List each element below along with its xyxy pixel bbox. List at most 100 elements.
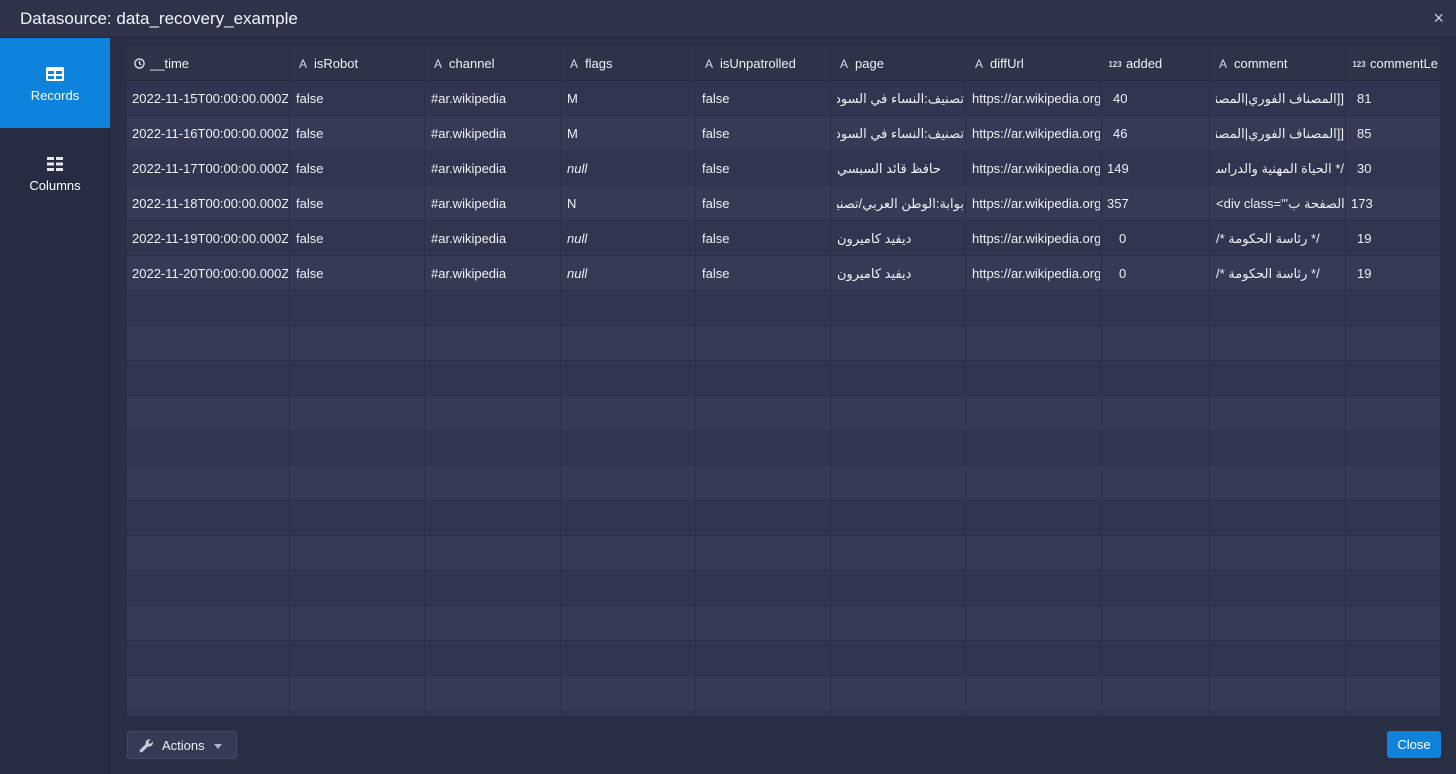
table-cell: /* رئاسة الحكومة */ <box>1216 266 1320 281</box>
clock-icon <box>132 47 146 81</box>
column-divider[interactable] <box>965 46 966 716</box>
table-cell: 46 <box>1113 126 1128 141</box>
column-header-label: added <box>1126 56 1163 71</box>
table-cell: N <box>567 196 577 211</box>
empty-row <box>127 536 1440 571</box>
actions-button[interactable]: Actions <box>127 731 237 759</box>
column-divider[interactable] <box>424 46 425 716</box>
close-icon[interactable]: × <box>1433 8 1444 28</box>
string-type-icon: A <box>704 57 713 71</box>
string-type-icon: A <box>569 57 578 71</box>
column-header[interactable]: Aflags <box>567 46 694 81</box>
table-cell: false <box>702 126 730 141</box>
table-cell: 0 <box>1119 231 1127 246</box>
column-header-label: channel <box>449 56 495 71</box>
sidebar-item-columns[interactable]: Columns <box>0 128 110 218</box>
table-cell: ديفيد كاميرون <box>837 231 912 246</box>
column-header[interactable]: __time <box>132 46 287 81</box>
column-divider[interactable] <box>830 46 831 716</box>
columns-list-icon <box>47 157 63 171</box>
column-header[interactable]: AisRobot <box>296 46 423 81</box>
table-header: __time AisRobot Achannel Aflags AisUnpatroll… <box>127 46 1440 81</box>
table-cell: #ar.wikipedia <box>431 196 507 211</box>
column-header-label: __time <box>150 56 190 71</box>
column-header[interactable]: 123 added <box>1108 46 1208 81</box>
empty-row <box>127 361 1440 396</box>
column-header-label: diffUrl <box>990 56 1024 71</box>
table-cell: 19 <box>1357 231 1372 246</box>
table-cell: #ar.wikipedia <box>431 91 507 106</box>
empty-row <box>127 676 1440 711</box>
table-cell: [[المصناف الفوري|المصناف الفوري]] <box>1216 91 1344 106</box>
column-divider[interactable] <box>1209 46 1210 716</box>
number-type-icon: 123 <box>1352 60 1366 69</box>
table-cell: 2022-11-16T00:00:00.000Z <box>132 126 288 141</box>
empty-row <box>127 501 1440 536</box>
table-cell: #ar.wikipedia <box>431 266 507 281</box>
table-cell: https://ar.wikipedia.org/ <box>972 231 1100 246</box>
table-cell: false <box>296 196 324 211</box>
sidebar-item-label: Columns <box>29 178 81 193</box>
table-cell: 2022-11-19T00:00:00.000Z <box>132 231 288 246</box>
table-cell: 30 <box>1357 161 1372 176</box>
table-cell: https://ar.wikipedia.org/ <box>972 161 1100 176</box>
actions-label: Actions <box>162 738 205 753</box>
column-header[interactable]: Acomment <box>1216 46 1344 81</box>
table-cell: false <box>702 196 730 211</box>
sidebar: Records Columns <box>0 38 110 774</box>
table-cell: 149 <box>1107 161 1129 176</box>
string-type-icon: A <box>839 57 848 71</box>
column-header-label: isRobot <box>314 56 359 71</box>
column-divider[interactable] <box>1345 46 1346 716</box>
close-button[interactable]: Close <box>1387 731 1441 758</box>
column-header[interactable]: AdiffUrl <box>972 46 1100 81</box>
number-type-icon: 123 <box>1108 60 1122 69</box>
column-header[interactable]: Achannel <box>431 46 559 81</box>
column-divider[interactable] <box>560 46 561 716</box>
table-cell: [[المصناف الفوري|المصناف الفوري]] <box>1216 126 1344 141</box>
table-row: 2022-11-15T00:00:00.000Z false #ar.wikiped… <box>127 81 1440 116</box>
string-type-icon: A <box>974 57 983 71</box>
table-cell: 19 <box>1357 266 1372 281</box>
string-type-icon: A <box>298 57 307 71</box>
table-row: 2022-11-17T00:00:00.000Z false #ar.wikiped… <box>127 151 1440 186</box>
table-cell: تصنيف:النساء في السودان <box>837 126 964 141</box>
column-divider[interactable] <box>289 46 290 716</box>
table-cell: 85 <box>1357 126 1372 141</box>
table-cell: ديفيد كاميرون <box>837 266 912 281</box>
sidebar-item-records[interactable]: Records <box>0 38 110 128</box>
column-divider[interactable] <box>1101 46 1102 716</box>
table-cell: false <box>702 231 730 246</box>
empty-row <box>127 431 1440 466</box>
table-cell: false <box>702 266 730 281</box>
records-table: __time AisRobot Achannel Aflags AisUnpatroll… <box>127 46 1440 716</box>
table-cell: null <box>567 231 588 246</box>
table-cell: <div class="'أنشأ الصفحة ب <box>1216 196 1344 211</box>
table-cell: false <box>296 126 324 141</box>
column-header[interactable]: 123 commentLe... <box>1352 46 1438 81</box>
column-divider[interactable] <box>695 46 696 716</box>
table-cell: #ar.wikipedia <box>431 231 507 246</box>
table-cell: null <box>567 266 588 281</box>
column-header[interactable]: Apage <box>837 46 964 81</box>
table-cell: /* الحياة المهنية والدراسية */ <box>1216 161 1344 176</box>
table-cell: 2022-11-15T00:00:00.000Z <box>132 91 288 106</box>
table-row: 2022-11-16T00:00:00.000Z false #ar.wikiped… <box>127 116 1440 151</box>
table-cell: null <box>567 161 588 176</box>
empty-row <box>127 711 1440 716</box>
table-cell: 2022-11-17T00:00:00.000Z <box>132 161 288 176</box>
table-cell: false <box>296 231 324 246</box>
table-cell: https://ar.wikipedia.org/ <box>972 126 1100 141</box>
table-row: 2022-11-20T00:00:00.000Z false #ar.wikiped… <box>127 256 1440 291</box>
table-cell: https://ar.wikipedia.org/ <box>972 196 1100 211</box>
table-cell: 173 <box>1351 196 1373 211</box>
empty-row <box>127 326 1440 361</box>
table-cell: #ar.wikipedia <box>431 161 507 176</box>
table-cell: 2022-11-18T00:00:00.000Z <box>132 196 288 211</box>
table-cell: https://ar.wikipedia.org/ <box>972 266 1100 281</box>
table-cell: 0 <box>1119 266 1127 281</box>
table-icon <box>46 67 64 81</box>
table-cell: M <box>567 91 578 106</box>
column-header[interactable]: AisUnpatrolled <box>702 46 829 81</box>
table-cell: false <box>296 161 324 176</box>
